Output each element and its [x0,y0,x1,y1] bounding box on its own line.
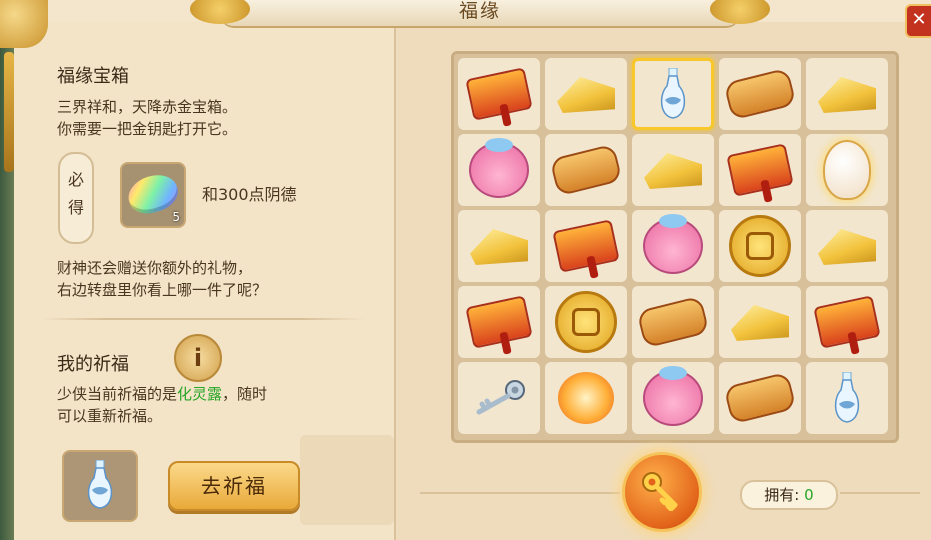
owned-keys-box: 拥有: 0 [740,480,838,510]
prize-cell[interactable] [632,210,714,282]
title-bar: 福缘 [190,0,770,28]
prize-cell[interactable] [545,210,627,282]
prize-cell[interactable] [458,58,540,130]
pig-pouch-icon [469,138,529,198]
scroll-icon [549,143,623,197]
vase-icon [659,67,687,120]
scroll-icon [636,295,710,349]
prize-cell[interactable] [719,134,801,206]
prize-cell[interactable] [458,286,540,358]
prize-cell[interactable] [806,286,888,358]
prize-cell[interactable] [632,286,714,358]
prize-cell[interactable] [458,362,540,434]
chest-title: 福缘宝箱 [57,66,129,87]
must-get-badge: 必 得 [58,152,94,244]
chest-background-icon [300,435,394,525]
gold-ingot-icon [470,228,528,265]
prize-cell[interactable] [806,210,888,282]
pig-pouch-icon [643,214,703,274]
scroll-icon [723,67,797,121]
gift-desc-line2: 右边转盘里你看上哪一件了呢？ [57,281,268,299]
gift-desc-line1: 财神还会赠送你额外的礼物， [57,259,253,277]
fuyuan-window: 福缘 ✕ 福缘宝箱 三界祥和，天降赤金宝箱。 你需要一把金钥匙打开它。 必 得 … [0,0,931,540]
prize-cell[interactable] [545,286,627,358]
prize-cell[interactable] [545,58,627,130]
silver-key-icon [469,378,529,418]
window-title: 福缘 [458,0,501,22]
reward-count: 5 [172,210,180,224]
vase-icon [833,371,861,424]
divider [42,318,364,320]
corner-ornament [0,0,48,48]
chest-desc-line1: 三界祥和，天降赤金宝箱。 [57,98,238,116]
blessing-desc-prefix: 少侠当前祈福的是 [57,385,178,403]
blessing-desc: 少侠当前祈福的是化灵露，随时 可以重新祈福。 [57,383,267,427]
gold-coin-icon [555,291,617,353]
prize-cell[interactable] [632,58,714,130]
gold-ingot-icon [731,304,789,341]
gold-ingot-icon [557,76,615,113]
fire-orb-icon [558,372,614,424]
blessing-title: 我的祈福 [57,354,129,375]
vase-icon [87,460,113,509]
go-blessing-button[interactable]: 去祈福 [168,461,300,511]
prize-cell[interactable] [719,58,801,130]
prize-cell[interactable] [806,58,888,130]
blessing-desc-suffix: ，随时 [222,385,268,403]
egg-icon [823,140,871,200]
blessing-item-name: 化灵露 [177,385,223,403]
close-button[interactable]: ✕ [905,4,931,38]
cloud-ornament-right [710,0,770,24]
blessing-desc-line2: 可以重新祈福。 [57,407,163,425]
hammer-icon [552,219,620,273]
use-key-button[interactable] [622,452,702,532]
chest-desc-line2: 你需要一把金钥匙打开它。 [57,120,238,138]
golden-key-icon [642,472,678,511]
bottom-ornament-right [840,492,920,494]
tassel-ornament [4,52,14,172]
prize-cell[interactable] [719,286,801,358]
info-icon[interactable]: i [174,334,222,382]
scroll-icon [723,371,797,425]
prize-cell[interactable] [806,362,888,434]
prize-cell[interactable] [458,134,540,206]
owned-count: 0 [804,486,814,504]
chest-desc: 三界祥和，天降赤金宝箱。 你需要一把金钥匙打开它。 [57,96,237,140]
hammer-icon [813,295,881,349]
hammer-icon [465,67,533,121]
reward-item-slot[interactable]: 5 [120,162,186,228]
hammer-icon [465,295,533,349]
reward-extra: 和300点阴德 [202,185,297,204]
blessing-desc-line1: 少侠当前祈福的是化灵露，随时 [57,383,267,405]
must-get-char2: 得 [67,198,84,217]
prize-cell[interactable] [458,210,540,282]
pig-pouch-icon [643,366,703,426]
prize-cell[interactable] [632,362,714,434]
cloud-ornament-left [190,0,250,24]
prize-cell[interactable] [545,362,627,434]
gold-coin-icon [729,215,791,277]
must-get-char1: 必 [67,170,84,189]
bottom-ornament-left [420,492,620,494]
prize-wheel-grid [451,51,899,443]
prize-cell[interactable] [632,134,714,206]
gold-ingot-icon [818,76,876,113]
prize-cell[interactable] [719,210,801,282]
owned-label: 拥有: [764,486,800,504]
blessing-item-slot[interactable] [62,450,138,522]
hammer-icon [726,143,794,197]
prize-cell[interactable] [719,362,801,434]
gift-desc: 财神还会赠送你额外的礼物， 右边转盘里你看上哪一件了呢？ [57,257,267,301]
gold-ingot-icon [818,228,876,265]
gold-ingot-icon [644,152,702,189]
prize-cell[interactable] [545,134,627,206]
prize-cell[interactable] [806,134,888,206]
